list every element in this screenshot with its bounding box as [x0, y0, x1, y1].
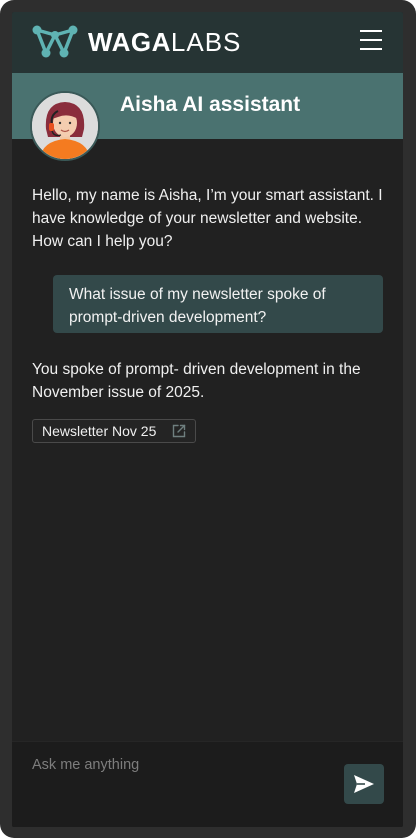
source-link-label: Newsletter Nov 25	[42, 423, 157, 439]
brand-wordmark: WAGALABS	[88, 27, 241, 57]
menu-line	[360, 39, 382, 41]
assistant-avatar	[30, 91, 100, 161]
top-header: WAGALABS	[12, 12, 403, 73]
chat-input[interactable]	[32, 753, 332, 777]
bot-greeting-message: Hello, my name is Aisha, I’m your smart …	[32, 187, 383, 250]
app-screen: WAGALABS Aisha AI assistant Hello, my na…	[12, 12, 403, 827]
brand-name-bold: WAGA	[88, 27, 171, 57]
send-button[interactable]	[344, 764, 384, 804]
waga-network-logo-icon	[32, 25, 78, 58]
bot-answer-message: You spoke of prompt- driven development …	[32, 361, 361, 401]
avatar-illustration-icon	[32, 93, 98, 159]
external-link-icon	[172, 424, 186, 438]
source-link-chip[interactable]: Newsletter Nov 25	[32, 419, 196, 443]
device-frame: WAGALABS Aisha AI assistant Hello, my na…	[0, 0, 416, 838]
hamburger-menu-icon[interactable]	[360, 30, 384, 52]
user-message-text: What issue of my newsletter spoke of pro…	[69, 286, 326, 326]
menu-line	[360, 30, 382, 32]
user-message-bubble: What issue of my newsletter spoke of pro…	[53, 275, 383, 333]
menu-line	[360, 48, 382, 50]
assistant-title: Aisha AI assistant	[120, 93, 301, 116]
chat-input-area	[12, 741, 403, 827]
send-icon	[354, 775, 374, 793]
brand-name-light: LABS	[170, 27, 242, 57]
